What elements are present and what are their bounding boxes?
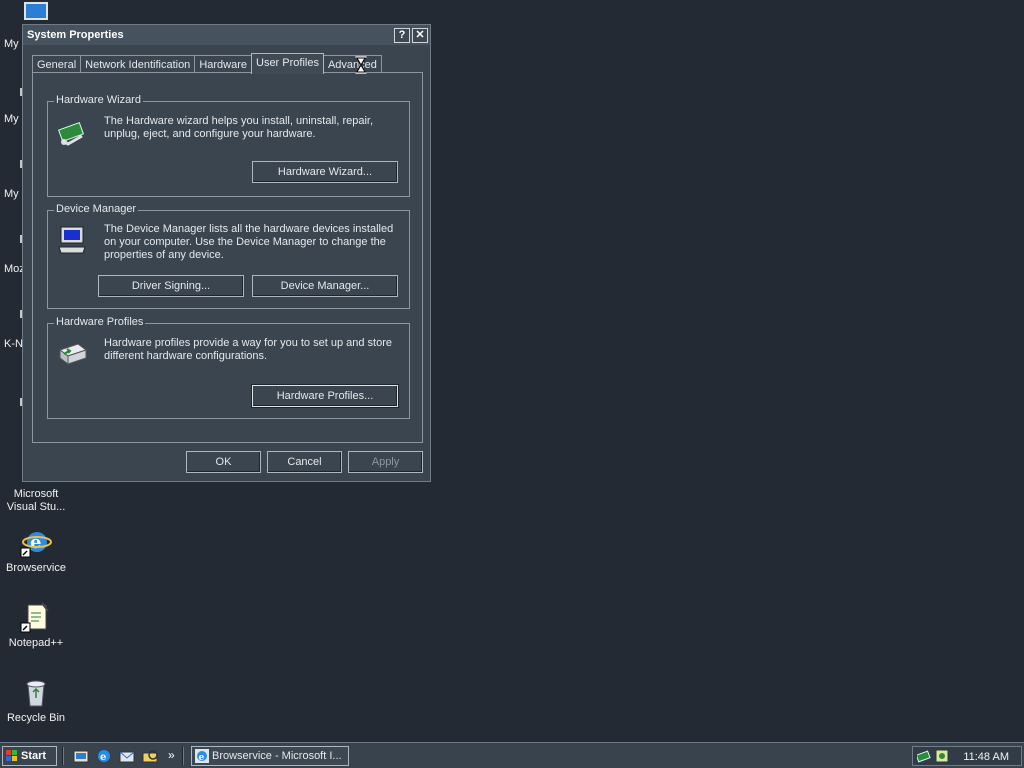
- hourglass-cursor-icon: [354, 55, 368, 75]
- hardware-wizard-description: The Hardware wizard helps you install, u…: [104, 115, 374, 140]
- desktop-icon-label: Recycle Bin: [6, 712, 66, 724]
- driver-signing-button[interactable]: Driver Signing...: [98, 275, 244, 297]
- desktop-label-clipped[interactable]: My: [0, 38, 22, 50]
- svg-text:e: e: [199, 753, 205, 763]
- tab-strip: General Network Identification Hardware …: [32, 53, 382, 74]
- group-title: Device Manager: [54, 203, 139, 215]
- recycle-bin-icon: [20, 676, 52, 708]
- group-title: Hardware Wizard: [54, 94, 143, 106]
- system-properties-dialog: System Properties ? ✕ General Network Id…: [22, 24, 431, 482]
- clipped-label: My: [4, 188, 19, 200]
- taskbar-button-browservice[interactable]: e Browservice - Microsoft I...: [191, 746, 349, 766]
- taskbar: Start e » e Browservice - Microsoft I...…: [0, 742, 1024, 768]
- notepad-icon: [20, 601, 52, 633]
- quick-launch-overflow-chevron[interactable]: »: [168, 748, 175, 762]
- desktop-icon-visual-studio[interactable]: Microsoft Visual Stu...: [0, 488, 72, 514]
- computer-icon: [56, 223, 88, 255]
- clipped-label: My: [4, 38, 19, 50]
- tab-user-profiles[interactable]: User Profiles: [251, 53, 324, 74]
- network-tray-icon[interactable]: [915, 749, 931, 763]
- dialog-titlebar[interactable]: System Properties ? ✕: [23, 25, 430, 45]
- taskbar-separator: [182, 747, 184, 765]
- group-title: Hardware Profiles: [54, 316, 146, 328]
- volume-tray-icon[interactable]: [935, 749, 949, 763]
- svg-text:e: e: [30, 532, 41, 553]
- internet-explorer-icon: e: [195, 749, 209, 763]
- hardware-profiles-button[interactable]: Hardware Profiles...: [252, 385, 398, 407]
- close-button[interactable]: ✕: [412, 27, 428, 43]
- outlook-express-icon[interactable]: [119, 748, 135, 764]
- hardware-wizard-icon: [56, 116, 88, 148]
- windows-logo-icon: [6, 750, 18, 762]
- desktop-icon-label: Microsoft Visual Stu...: [6, 488, 66, 513]
- clipped-label: Moz: [4, 263, 22, 275]
- clipped-label: K-N: [4, 338, 22, 350]
- hardware-wizard-group: Hardware Wizard The Hardware wizard help…: [47, 94, 410, 197]
- clipped-label: My D: [4, 113, 22, 125]
- device-manager-description: The Device Manager lists all the hardwar…: [104, 223, 394, 261]
- system-tray: 11:48 AM: [912, 746, 1022, 766]
- svg-text:e: e: [100, 752, 106, 763]
- desktop-label-clipped[interactable]: K-N: [0, 338, 22, 350]
- help-button[interactable]: ?: [394, 27, 410, 43]
- ok-button[interactable]: OK: [186, 451, 261, 473]
- show-desktop-icon[interactable]: [73, 748, 89, 764]
- apply-button[interactable]: Apply: [348, 451, 423, 473]
- desktop-icon-notepad[interactable]: Notepad++: [0, 601, 72, 650]
- cancel-button[interactable]: Cancel: [267, 451, 342, 473]
- desktop-icon-label: Browservice: [6, 562, 66, 574]
- desktop-label-clipped[interactable]: My: [0, 188, 22, 200]
- desktop-label-clipped[interactable]: My D: [0, 113, 22, 125]
- dialog-title: System Properties: [27, 29, 124, 41]
- desktop-icon-recycle-bin[interactable]: Recycle Bin: [0, 676, 72, 725]
- desktop-label-clipped[interactable]: Moz: [0, 263, 22, 275]
- start-button[interactable]: Start: [2, 746, 57, 766]
- hardware-wizard-button[interactable]: Hardware Wizard...: [252, 161, 398, 183]
- taskbar-button-label: Browservice - Microsoft I...: [212, 750, 342, 762]
- my-computer-icon[interactable]: [24, 2, 48, 22]
- explorer-icon[interactable]: [142, 748, 158, 764]
- start-label: Start: [21, 750, 47, 762]
- internet-explorer-icon: e: [20, 526, 52, 558]
- internet-explorer-icon[interactable]: e: [96, 748, 112, 764]
- taskbar-separator: [62, 747, 64, 765]
- tab-panel-hardware: Hardware Wizard The Hardware wizard help…: [32, 72, 423, 443]
- device-manager-group: Device Manager The Device Manager lists …: [47, 203, 410, 309]
- desktop-icon-label: Notepad++: [8, 637, 64, 649]
- desktop-icon-browservice[interactable]: e Browservice: [0, 526, 72, 575]
- device-manager-button[interactable]: Device Manager...: [252, 275, 398, 297]
- hardware-profiles-group: Hardware Profiles Hardware profiles prov…: [47, 316, 410, 419]
- clock[interactable]: 11:48 AM: [963, 751, 1009, 763]
- hardware-profiles-icon: [56, 336, 88, 368]
- hardware-profiles-description: Hardware profiles provide a way for you …: [104, 337, 392, 362]
